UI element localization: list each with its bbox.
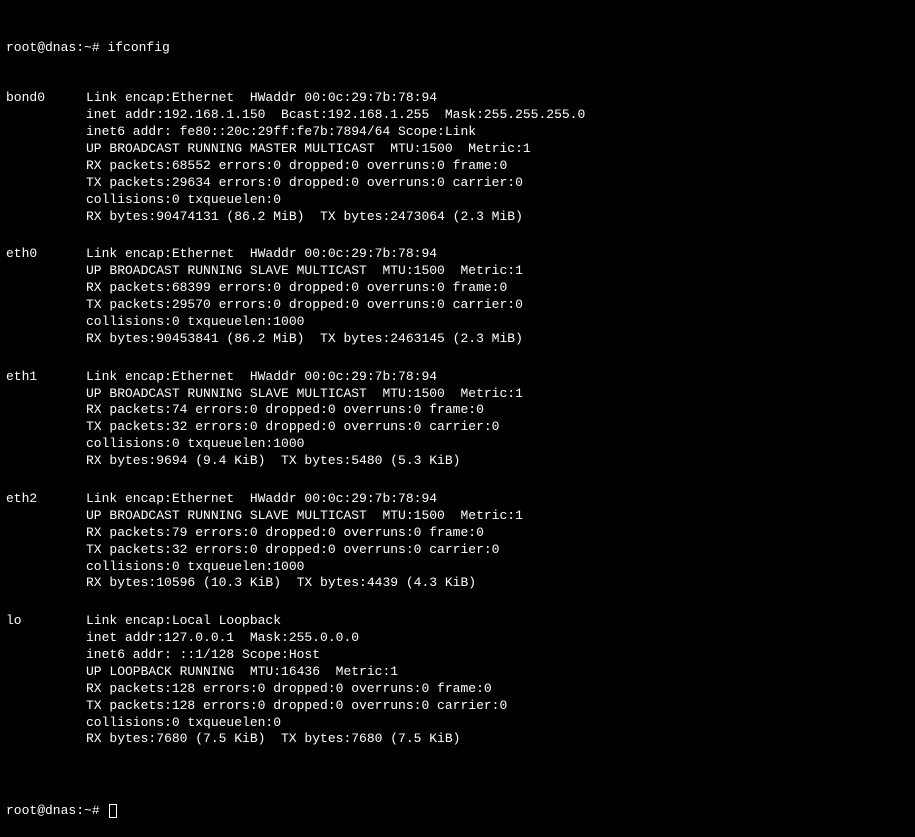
interface-line: UP BROADCAST RUNNING SLAVE MULTICAST MTU… — [86, 263, 909, 280]
interface-line: UP BROADCAST RUNNING SLAVE MULTICAST MTU… — [86, 386, 909, 403]
interface-line: TX packets:32 errors:0 dropped:0 overrun… — [86, 542, 909, 559]
interface-details: Link encap:Ethernet HWaddr 00:0c:29:7b:7… — [86, 90, 909, 225]
interface-line: RX packets:68552 errors:0 dropped:0 over… — [86, 158, 909, 175]
interface-line: collisions:0 txqueuelen:0 — [86, 192, 909, 209]
interface-line: TX packets:29570 errors:0 dropped:0 over… — [86, 297, 909, 314]
interface-block-eth2: eth2Link encap:Ethernet HWaddr 00:0c:29:… — [6, 491, 909, 609]
interface-line: RX bytes:10596 (10.3 KiB) TX bytes:4439 … — [86, 575, 909, 592]
interface-line: RX packets:79 errors:0 dropped:0 overrun… — [86, 525, 909, 542]
interface-row: eth0Link encap:Ethernet HWaddr 00:0c:29:… — [6, 246, 909, 347]
interface-name: eth2 — [6, 491, 86, 592]
interface-line: Link encap:Ethernet HWaddr 00:0c:29:7b:7… — [86, 90, 909, 107]
interface-line: inet addr:192.168.1.150 Bcast:192.168.1.… — [86, 107, 909, 124]
interface-line: RX bytes:9694 (9.4 KiB) TX bytes:5480 (5… — [86, 453, 909, 470]
interface-line: Link encap:Local Loopback — [86, 613, 909, 630]
interface-line: RX bytes:7680 (7.5 KiB) TX bytes:7680 (7… — [86, 731, 909, 748]
interface-block-eth0: eth0Link encap:Ethernet HWaddr 00:0c:29:… — [6, 246, 909, 364]
blank-line — [6, 226, 909, 243]
interface-details: Link encap:Local Loopbackinet addr:127.0… — [86, 613, 909, 748]
interface-line: UP LOOPBACK RUNNING MTU:16436 Metric:1 — [86, 664, 909, 681]
command-line: root@dnas:~# ifconfig — [6, 40, 909, 57]
ifconfig-output: bond0Link encap:Ethernet HWaddr 00:0c:29… — [6, 90, 909, 765]
interface-line: Link encap:Ethernet HWaddr 00:0c:29:7b:7… — [86, 369, 909, 386]
interface-line: collisions:0 txqueuelen:1000 — [86, 436, 909, 453]
blank-line — [6, 592, 909, 609]
command-text: ifconfig — [107, 40, 169, 57]
interface-line: TX packets:29634 errors:0 dropped:0 over… — [86, 175, 909, 192]
interface-line: collisions:0 txqueuelen:1000 — [86, 559, 909, 576]
interface-line: RX packets:74 errors:0 dropped:0 overrun… — [86, 402, 909, 419]
interface-line: UP BROADCAST RUNNING SLAVE MULTICAST MTU… — [86, 508, 909, 525]
interface-line: Link encap:Ethernet HWaddr 00:0c:29:7b:7… — [86, 246, 909, 263]
interface-line: collisions:0 txqueuelen:1000 — [86, 314, 909, 331]
interface-row: loLink encap:Local Loopbackinet addr:127… — [6, 613, 909, 748]
interface-line: RX bytes:90453841 (86.2 MiB) TX bytes:24… — [86, 331, 909, 348]
interface-line: RX bytes:90474131 (86.2 MiB) TX bytes:24… — [86, 209, 909, 226]
interface-line: TX packets:128 errors:0 dropped:0 overru… — [86, 698, 909, 715]
interface-name: bond0 — [6, 90, 86, 225]
interface-block-eth1: eth1Link encap:Ethernet HWaddr 00:0c:29:… — [6, 369, 909, 487]
blank-line — [6, 470, 909, 487]
interface-line: RX packets:128 errors:0 dropped:0 overru… — [86, 681, 909, 698]
interface-line: inet6 addr: ::1/128 Scope:Host — [86, 647, 909, 664]
interface-line: inet addr:127.0.0.1 Mask:255.0.0.0 — [86, 630, 909, 647]
shell-prompt: root@dnas:~# — [6, 803, 107, 820]
interface-block-bond0: bond0Link encap:Ethernet HWaddr 00:0c:29… — [6, 90, 909, 242]
interface-name: eth0 — [6, 246, 86, 347]
cursor-icon — [109, 804, 117, 818]
interface-name: lo — [6, 613, 86, 748]
shell-prompt: root@dnas:~# — [6, 40, 107, 57]
interface-details: Link encap:Ethernet HWaddr 00:0c:29:7b:7… — [86, 246, 909, 347]
interface-details: Link encap:Ethernet HWaddr 00:0c:29:7b:7… — [86, 491, 909, 592]
interface-line: Link encap:Ethernet HWaddr 00:0c:29:7b:7… — [86, 491, 909, 508]
current-prompt-line: root@dnas:~# — [6, 803, 909, 820]
interface-line: RX packets:68399 errors:0 dropped:0 over… — [86, 280, 909, 297]
interface-block-lo: loLink encap:Local Loopbackinet addr:127… — [6, 613, 909, 765]
interface-name: eth1 — [6, 369, 86, 470]
interface-line: TX packets:32 errors:0 dropped:0 overrun… — [86, 419, 909, 436]
interface-row: eth1Link encap:Ethernet HWaddr 00:0c:29:… — [6, 369, 909, 470]
interface-row: eth2Link encap:Ethernet HWaddr 00:0c:29:… — [6, 491, 909, 592]
blank-line — [6, 348, 909, 365]
blank-line — [6, 748, 909, 765]
terminal-output[interactable]: root@dnas:~# ifconfig bond0Link encap:Et… — [6, 6, 909, 837]
interface-line: inet6 addr: fe80::20c:29ff:fe7b:7894/64 … — [86, 124, 909, 141]
interface-row: bond0Link encap:Ethernet HWaddr 00:0c:29… — [6, 90, 909, 225]
interface-details: Link encap:Ethernet HWaddr 00:0c:29:7b:7… — [86, 369, 909, 470]
interface-line: UP BROADCAST RUNNING MASTER MULTICAST MT… — [86, 141, 909, 158]
